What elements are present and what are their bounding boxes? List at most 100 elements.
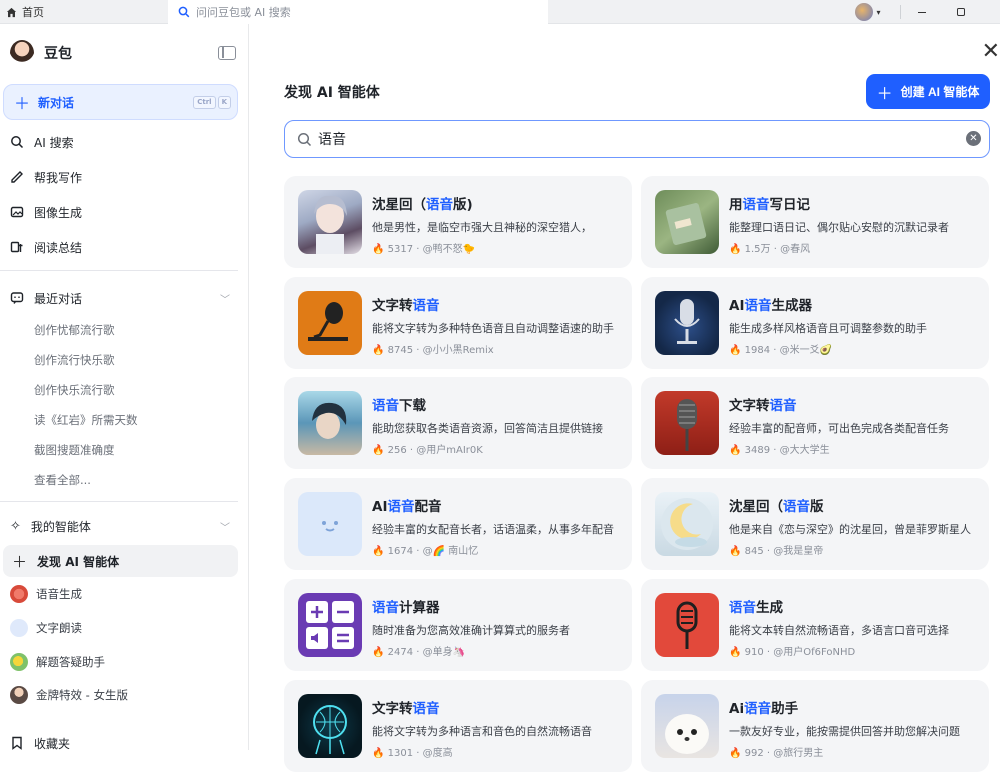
agent-card[interactable]: 沈星回（语音版) 他是男性，是临空市强大且神秘的深空猎人， 🔥 5317 · @… — [284, 176, 632, 268]
create-agent-button[interactable]: ＋ 创建 AI 智能体 — [866, 74, 990, 109]
minimize-icon — [918, 12, 926, 13]
agent-title: 文字转语音 — [372, 697, 440, 717]
agent-item[interactable]: 金牌特效 - 女生版 — [10, 685, 128, 705]
divider — [900, 5, 901, 19]
agent-card[interactable]: 语音生成 能将文本转自然流畅语音，多语言口音可选择 🔥 910 · @用户Of6… — [641, 579, 989, 671]
agent-item[interactable]: 文字朗读 — [10, 618, 82, 638]
agent-search-box[interactable]: ✕ — [284, 120, 990, 158]
agent-title-post: 计算器 — [399, 600, 440, 616]
my-agents-header[interactable]: ✧ 我的智能体 ﹀ — [10, 515, 230, 537]
agent-author: @米一爻🥑 — [779, 345, 833, 356]
main-panel: ✕ 发现 AI 智能体 ＋ 创建 AI 智能体 ✕ 沈星回（语音版) 他是男性，… — [250, 24, 1000, 772]
discover-agents-label: 发现 AI 智能体 — [37, 554, 120, 569]
agent-title: 语音下载 — [372, 394, 426, 414]
agent-card[interactable]: 用语音写日记 能整理口语日记、偶尔贴心安慰的沉默记录者 🔥 1.5万 · @春风 — [641, 176, 989, 268]
agent-title-pre: 文字转 — [729, 398, 770, 414]
fire-icon: 🔥 — [372, 546, 385, 557]
agent-stats: 🔥 1.5万 · @春风 — [729, 244, 811, 255]
agent-stats: 🔥 256 · @用户mAIr0K — [372, 445, 483, 456]
new-chat-button[interactable]: ＋ 新对话 Ctrl K — [3, 84, 238, 120]
brand[interactable]: 豆包 — [10, 40, 72, 66]
fire-icon: 🔥 — [729, 345, 742, 356]
agent-stats: 🔥 1674 · @🌈 南山忆 — [372, 546, 479, 557]
history-item[interactable]: 创作快乐流行歌 — [34, 382, 115, 398]
shortcut-hint: Ctrl K — [193, 96, 231, 109]
history-item[interactable]: 读《红岩》所需天数 — [34, 412, 138, 428]
agent-thumbnail — [298, 190, 362, 254]
agent-stats: 🔥 992 · @旅行男主 — [729, 748, 824, 759]
agent-search-input[interactable] — [318, 131, 918, 147]
shortcut-key: Ctrl — [193, 96, 216, 109]
agent-card[interactable]: 语音计算器 随时准备为您高效准确计算算式的服务者 🔥 2474 · @单身🦄 — [284, 579, 632, 671]
agent-uses: 8745 — [387, 345, 414, 356]
agent-stats: 🔥 3489 · @大大学生 — [729, 445, 830, 456]
discover-agents-item[interactable]: ＋ 发现 AI 智能体 — [3, 545, 238, 577]
tab-home[interactable]: 首页 — [0, 0, 168, 24]
agent-thumbnail — [655, 391, 719, 455]
plus-icon: ＋ — [12, 552, 28, 571]
agent-title-keyword: 语音 — [372, 600, 399, 616]
agent-card[interactable]: 文字转语音 经验丰富的配音师，可出色完成各类配音任务 🔥 3489 · @大大学… — [641, 377, 989, 469]
agent-title-keyword: 语音 — [783, 499, 810, 515]
agent-title-pre: Ai — [729, 701, 745, 717]
agent-description: 能将文本转自然流畅语音，多语言口音可选择 — [729, 624, 949, 637]
agent-thumbnail — [655, 291, 719, 355]
fire-icon: 🔥 — [729, 546, 742, 557]
agent-author: @鸭不怒🐤 — [422, 244, 476, 255]
view-all-link[interactable]: 查看全部... — [34, 472, 91, 488]
nav-ai-search[interactable]: AI 搜索 — [10, 131, 74, 153]
nav-favorites[interactable]: 收藏夹 — [10, 732, 70, 754]
recent-chats-header[interactable]: 最近对话 ﹀ — [10, 287, 230, 309]
tab-home-label: 首页 — [22, 6, 44, 19]
minimize-button[interactable] — [907, 0, 937, 24]
image-icon — [10, 205, 24, 219]
close-icon[interactable]: ✕ — [982, 41, 1000, 63]
nav-image-gen[interactable]: 图像生成 — [10, 201, 82, 223]
agent-card[interactable]: 文字转语音 能将文字转为多种语言和音色的自然流畅语音 🔥 1301 · @度高 — [284, 680, 632, 772]
nav-ai-search-label: AI 搜索 — [34, 135, 74, 150]
agent-item[interactable]: 语音生成 — [10, 584, 82, 604]
nav-writing[interactable]: 帮我写作 — [10, 166, 82, 188]
agent-label: 语音生成 — [36, 587, 82, 601]
agent-item[interactable]: 解题答疑助手 — [10, 652, 105, 672]
maximize-button[interactable] — [946, 0, 976, 24]
agent-title: 沈星回（语音版) — [372, 193, 473, 213]
agent-card[interactable]: AI语音配音 经验丰富的女配音长者，话语温柔，从事多年配音 🔥 1674 · @… — [284, 478, 632, 570]
history-item[interactable]: 创作流行快乐歌 — [34, 352, 115, 368]
agent-title-pre: 用 — [729, 197, 743, 213]
sidebar-toggle-icon[interactable] — [218, 46, 236, 60]
pen-icon — [10, 170, 24, 184]
agent-card[interactable]: Ai语音助手 一款友好专业，能按需提供回答并助您解决问题 🔥 992 · @旅行… — [641, 680, 989, 772]
brand-name: 豆包 — [44, 46, 72, 62]
agent-title-post: 写日记 — [769, 197, 811, 213]
nav-favorites-label: 收藏夹 — [34, 736, 71, 751]
sidebar: 豆包 ＋ 新对话 Ctrl K AI 搜索 帮我写作 图像生成 阅读总结 最近对… — [0, 24, 249, 751]
agent-author: @用户mAIr0K — [416, 445, 483, 456]
agent-card[interactable]: 文字转语音 能将文字转为多种特色语音且自动调整语速的助手 🔥 8745 · @小… — [284, 277, 632, 369]
agent-description: 能助您获取各类语音资源，回答简洁且提供链接 — [372, 422, 603, 435]
fire-icon: 🔥 — [372, 647, 385, 658]
agent-card[interactable]: AI语音生成器 能生成多样风格语音且可调整参数的助手 🔥 1984 · @米一爻… — [641, 277, 989, 369]
plus-icon: ＋ — [14, 94, 31, 113]
chevron-down-icon[interactable]: ﹀ — [220, 519, 230, 534]
nav-reading[interactable]: 阅读总结 — [10, 236, 82, 258]
agent-title-post: 生成 — [756, 600, 783, 616]
chevron-down-icon[interactable]: ﹀ — [220, 291, 230, 306]
agent-uses: 256 — [387, 445, 407, 456]
agent-card[interactable]: 沈星回（语音版 他是来自《恋与深空》的沈星回，曾是菲罗斯星人 🔥 845 · @… — [641, 478, 989, 570]
page-title: 发现 AI 智能体 — [284, 85, 380, 101]
tab-search[interactable]: 问问豆包或 AI 搜索 — [168, 0, 548, 24]
history-item[interactable]: 截图搜题准确度 — [34, 442, 115, 458]
agent-author: @大大学生 — [779, 445, 830, 456]
agent-title: 文字转语音 — [729, 394, 797, 414]
history-item[interactable]: 创作忧郁流行歌 — [34, 322, 115, 338]
home-icon — [6, 7, 17, 17]
agent-author: @春风 — [780, 244, 811, 255]
agent-card[interactable]: 语音下载 能助您获取各类语音资源，回答简洁且提供链接 🔥 256 · @用户mA… — [284, 377, 632, 469]
agent-thumbnail — [655, 694, 719, 758]
user-menu[interactable]: ▾ — [848, 0, 888, 24]
agent-title-post: 生成器 — [771, 298, 812, 314]
clear-search-icon[interactable]: ✕ — [966, 131, 981, 146]
shortcut-key: K — [217, 96, 231, 109]
agent-uses: 1.5万 — [744, 244, 771, 255]
